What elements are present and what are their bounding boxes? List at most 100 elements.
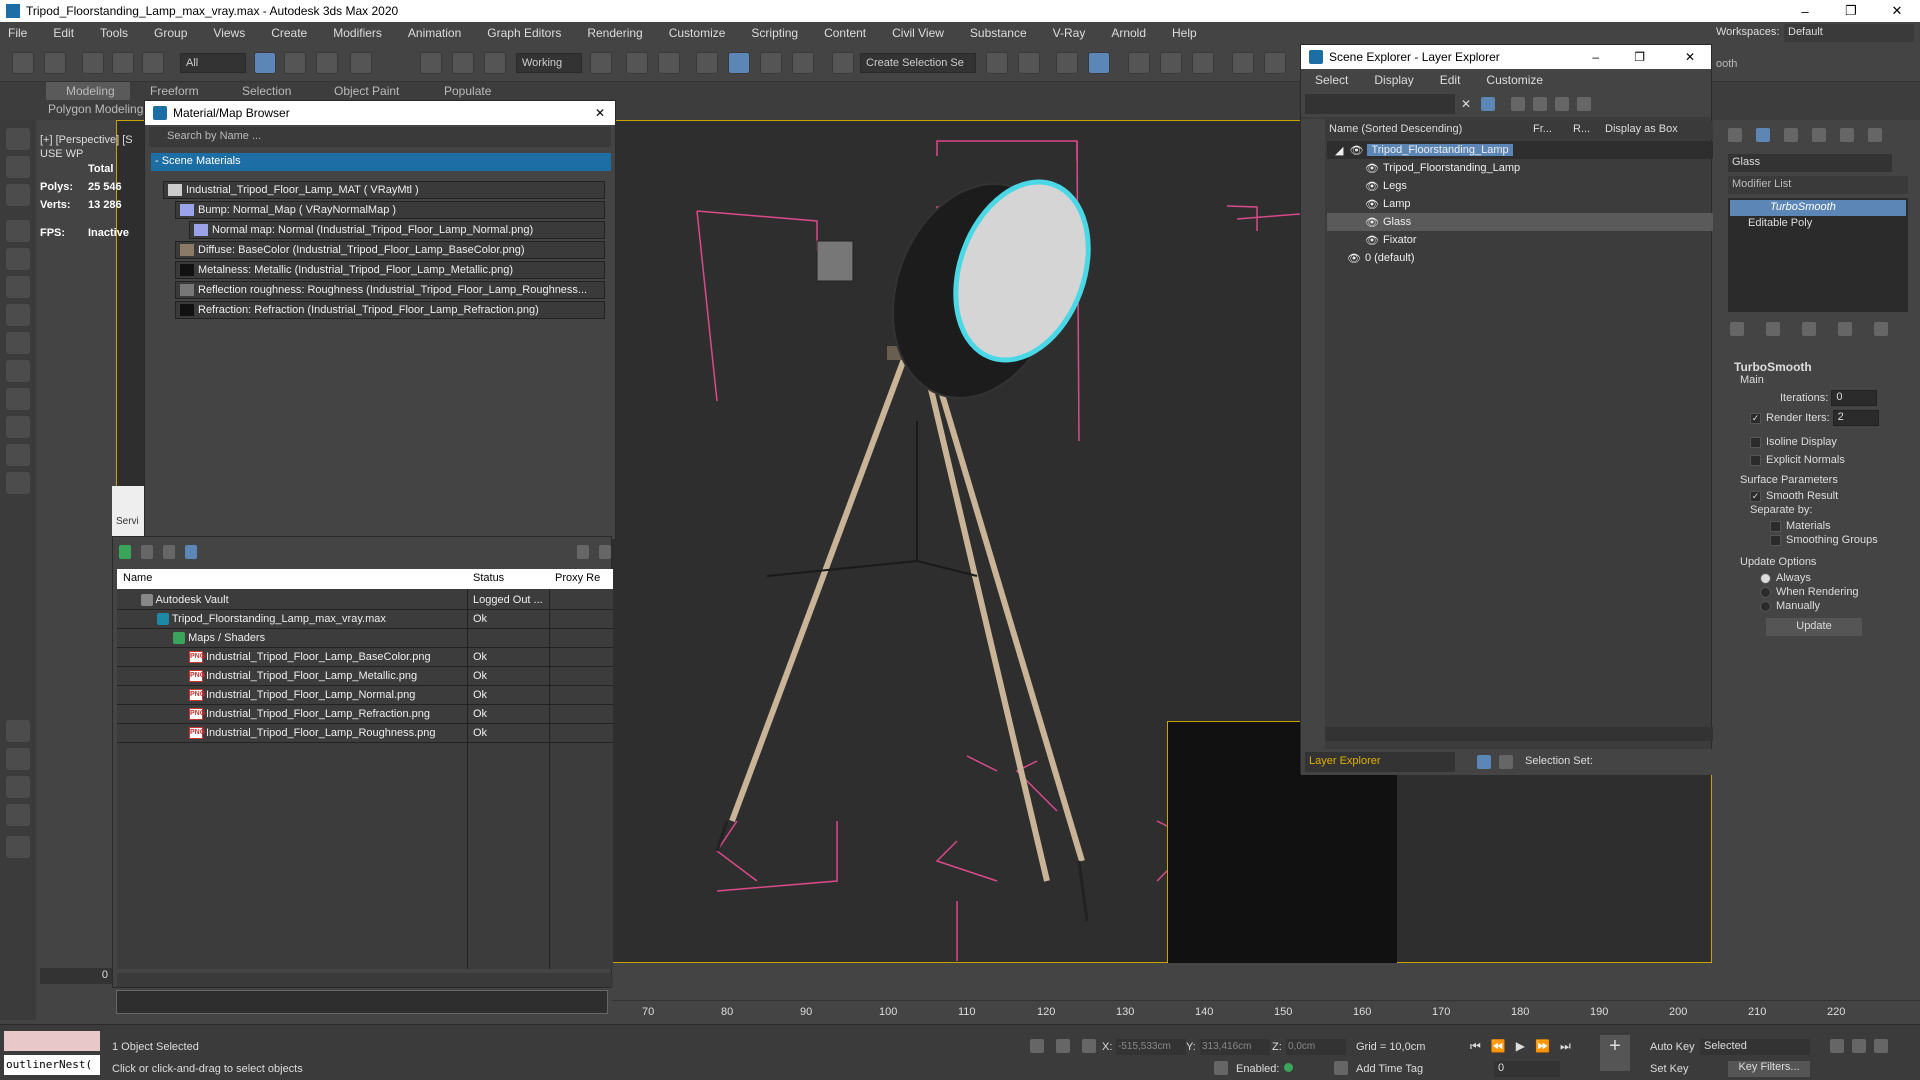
- asset-row[interactable]: PNGIndustrial_Tripod_Floor_Lamp_Normal.p…: [117, 686, 613, 705]
- col-name[interactable]: Name: [123, 572, 152, 584]
- col-status[interactable]: Status: [473, 572, 504, 584]
- menu-content[interactable]: Content: [824, 26, 866, 40]
- material-row[interactable]: Reflection roughness: Roughness (Industr…: [175, 281, 605, 299]
- viewport-label[interactable]: [+] [Perspective] [S: [40, 134, 133, 146]
- motion-tab-icon[interactable]: [1812, 128, 1826, 142]
- explorer-type-dropdown[interactable]: Layer Explorer: [1305, 752, 1455, 772]
- material-editor-icon[interactable]: [1232, 52, 1254, 74]
- minimize-button[interactable]: –: [1782, 0, 1828, 22]
- col-proxy[interactable]: Proxy Re: [555, 572, 600, 584]
- se-col-display-as-box[interactable]: Display as Box: [1605, 123, 1678, 135]
- go-to-end-icon[interactable]: ⏭: [1560, 1039, 1571, 1054]
- maxscript-output[interactable]: outlinerNest(: [4, 1055, 100, 1075]
- add-time-tag[interactable]: Add Time Tag: [1356, 1063, 1423, 1075]
- display-tab-icon[interactable]: [1840, 128, 1854, 142]
- minimize-icon[interactable]: –: [1592, 50, 1599, 64]
- se-col-name[interactable]: Name (Sorted Descending): [1329, 123, 1462, 135]
- absolute-mode-icon[interactable]: [1082, 1039, 1096, 1053]
- se-menu-display[interactable]: Display: [1374, 73, 1413, 87]
- layer-explorer-icon[interactable]: [1088, 52, 1110, 74]
- menu-vray[interactable]: V-Ray: [1053, 26, 1086, 40]
- set-key-plus-icon[interactable]: +: [1600, 1035, 1630, 1071]
- angle-snap-icon[interactable]: [728, 52, 750, 74]
- always-radio[interactable]: [1760, 572, 1771, 584]
- percent-snap-icon[interactable]: [760, 52, 782, 74]
- move-icon[interactable]: [626, 52, 648, 74]
- se-row-object[interactable]: 👁 Tripod_Floorstanding_Lamp: [1327, 159, 1713, 177]
- se-row-layer[interactable]: 👁 0 (default): [1327, 249, 1713, 267]
- asset-row[interactable]: PNGIndustrial_Tripod_Floor_Lamp_Metallic…: [117, 667, 613, 686]
- se-menu-customize[interactable]: Customize: [1486, 73, 1543, 87]
- show-end-result-icon[interactable]: [1766, 322, 1780, 336]
- rectangular-selection-icon[interactable]: [316, 52, 338, 74]
- ribbon-tab-freeform[interactable]: Freeform: [150, 84, 199, 98]
- eye-icon[interactable]: 👁: [1365, 234, 1379, 247]
- sphere-icon[interactable]: [6, 720, 30, 742]
- asset-row[interactable]: Autodesk Vault Logged Out ...: [117, 591, 613, 610]
- align-icon[interactable]: [1018, 52, 1040, 74]
- redo-icon[interactable]: [44, 52, 66, 74]
- configure-sets-icon[interactable]: [1874, 322, 1888, 336]
- key-filters-button[interactable]: Key Filters...: [1728, 1061, 1810, 1077]
- maxscript-listener-input[interactable]: [116, 990, 608, 1014]
- time-config-icon[interactable]: [1214, 1061, 1228, 1075]
- mirror-icon[interactable]: [986, 52, 1008, 74]
- select-by-name-icon[interactable]: [284, 52, 306, 74]
- material-row[interactable]: Industrial_Tripod_Floor_Lamp_MAT ( VRayM…: [163, 181, 605, 199]
- se-search-input[interactable]: [1305, 94, 1455, 114]
- list-icon[interactable]: [141, 545, 153, 559]
- zoom-extents-icon[interactable]: [1874, 1039, 1888, 1053]
- menu-group[interactable]: Group: [154, 26, 187, 40]
- unlink-icon[interactable]: [112, 52, 134, 74]
- scene-icon[interactable]: [6, 248, 30, 270]
- ribbon-tab-selection[interactable]: Selection: [242, 84, 291, 98]
- se-col-frozen[interactable]: Fr...: [1533, 123, 1552, 135]
- update-button[interactable]: Update: [1766, 618, 1862, 636]
- lock-icon[interactable]: [1511, 97, 1525, 111]
- se-menu-select[interactable]: Select: [1315, 73, 1348, 87]
- undo-icon[interactable]: [12, 52, 34, 74]
- close-icon[interactable]: ✕: [595, 106, 605, 120]
- set-key-button[interactable]: Set Key: [1650, 1063, 1689, 1075]
- se-menu-edit[interactable]: Edit: [1440, 73, 1461, 87]
- menu-help[interactable]: Help: [1172, 26, 1197, 40]
- stack-item-turbosmooth[interactable]: TurboSmooth: [1730, 200, 1906, 216]
- create-tab-icon[interactable]: [1728, 128, 1742, 142]
- render-iters-spinner[interactable]: 2: [1832, 410, 1879, 426]
- auto-key-button[interactable]: Auto Key: [1650, 1041, 1695, 1053]
- make-unique-icon[interactable]: [1802, 322, 1816, 336]
- hierarchy-icon[interactable]: [1499, 755, 1513, 769]
- time-slider[interactable]: 0: [40, 968, 112, 984]
- layers-icon[interactable]: [1477, 755, 1491, 769]
- utilities-tab-icon[interactable]: [1868, 128, 1882, 142]
- next-frame-icon[interactable]: ⏩: [1535, 1039, 1550, 1054]
- scale-icon[interactable]: [484, 52, 506, 74]
- edit-named-selection-icon[interactable]: [832, 52, 854, 74]
- y-coordinate-field[interactable]: 313,416cm: [1200, 1039, 1270, 1055]
- menu-scripting[interactable]: Scripting: [751, 26, 798, 40]
- zoom-all-icon[interactable]: [1852, 1039, 1866, 1053]
- eye-icon[interactable]: 👁: [1349, 144, 1363, 157]
- link-icon[interactable]: [82, 52, 104, 74]
- camera-icon[interactable]: [6, 184, 30, 206]
- close-icon[interactable]: ✕: [1685, 50, 1695, 64]
- se-row-object-selected[interactable]: 👁 Glass: [1327, 213, 1713, 231]
- go-to-start-icon[interactable]: ⏮: [1470, 1039, 1481, 1054]
- container-icon[interactable]: [6, 276, 30, 298]
- maxscript-mini-listener[interactable]: [4, 1031, 100, 1051]
- asset-row[interactable]: PNGIndustrial_Tripod_Floor_Lamp_Refracti…: [117, 705, 613, 724]
- selection-filter-dropdown[interactable]: All: [180, 53, 246, 73]
- bind-space-warp-icon[interactable]: [142, 52, 164, 74]
- ribbon-tab-object-paint[interactable]: Object Paint: [334, 84, 399, 98]
- maximize-button[interactable]: ❐: [1828, 0, 1874, 22]
- help-icon[interactable]: [577, 545, 589, 559]
- material-row[interactable]: Bump: Normal_Map ( VRayNormalMap ): [175, 201, 605, 219]
- time-tag-icon[interactable]: [1334, 1061, 1348, 1075]
- asset-row[interactable]: PNGIndustrial_Tripod_Floor_Lamp_BaseColo…: [117, 648, 613, 667]
- workspace-dropdown[interactable]: Default: [1784, 24, 1914, 42]
- rotate-icon[interactable]: [420, 52, 442, 74]
- select-rotate-icon[interactable]: [452, 52, 474, 74]
- bone-icon[interactable]: [6, 416, 30, 438]
- particle-icon[interactable]: [6, 444, 30, 466]
- menu-civil-view[interactable]: Civil View: [892, 26, 944, 40]
